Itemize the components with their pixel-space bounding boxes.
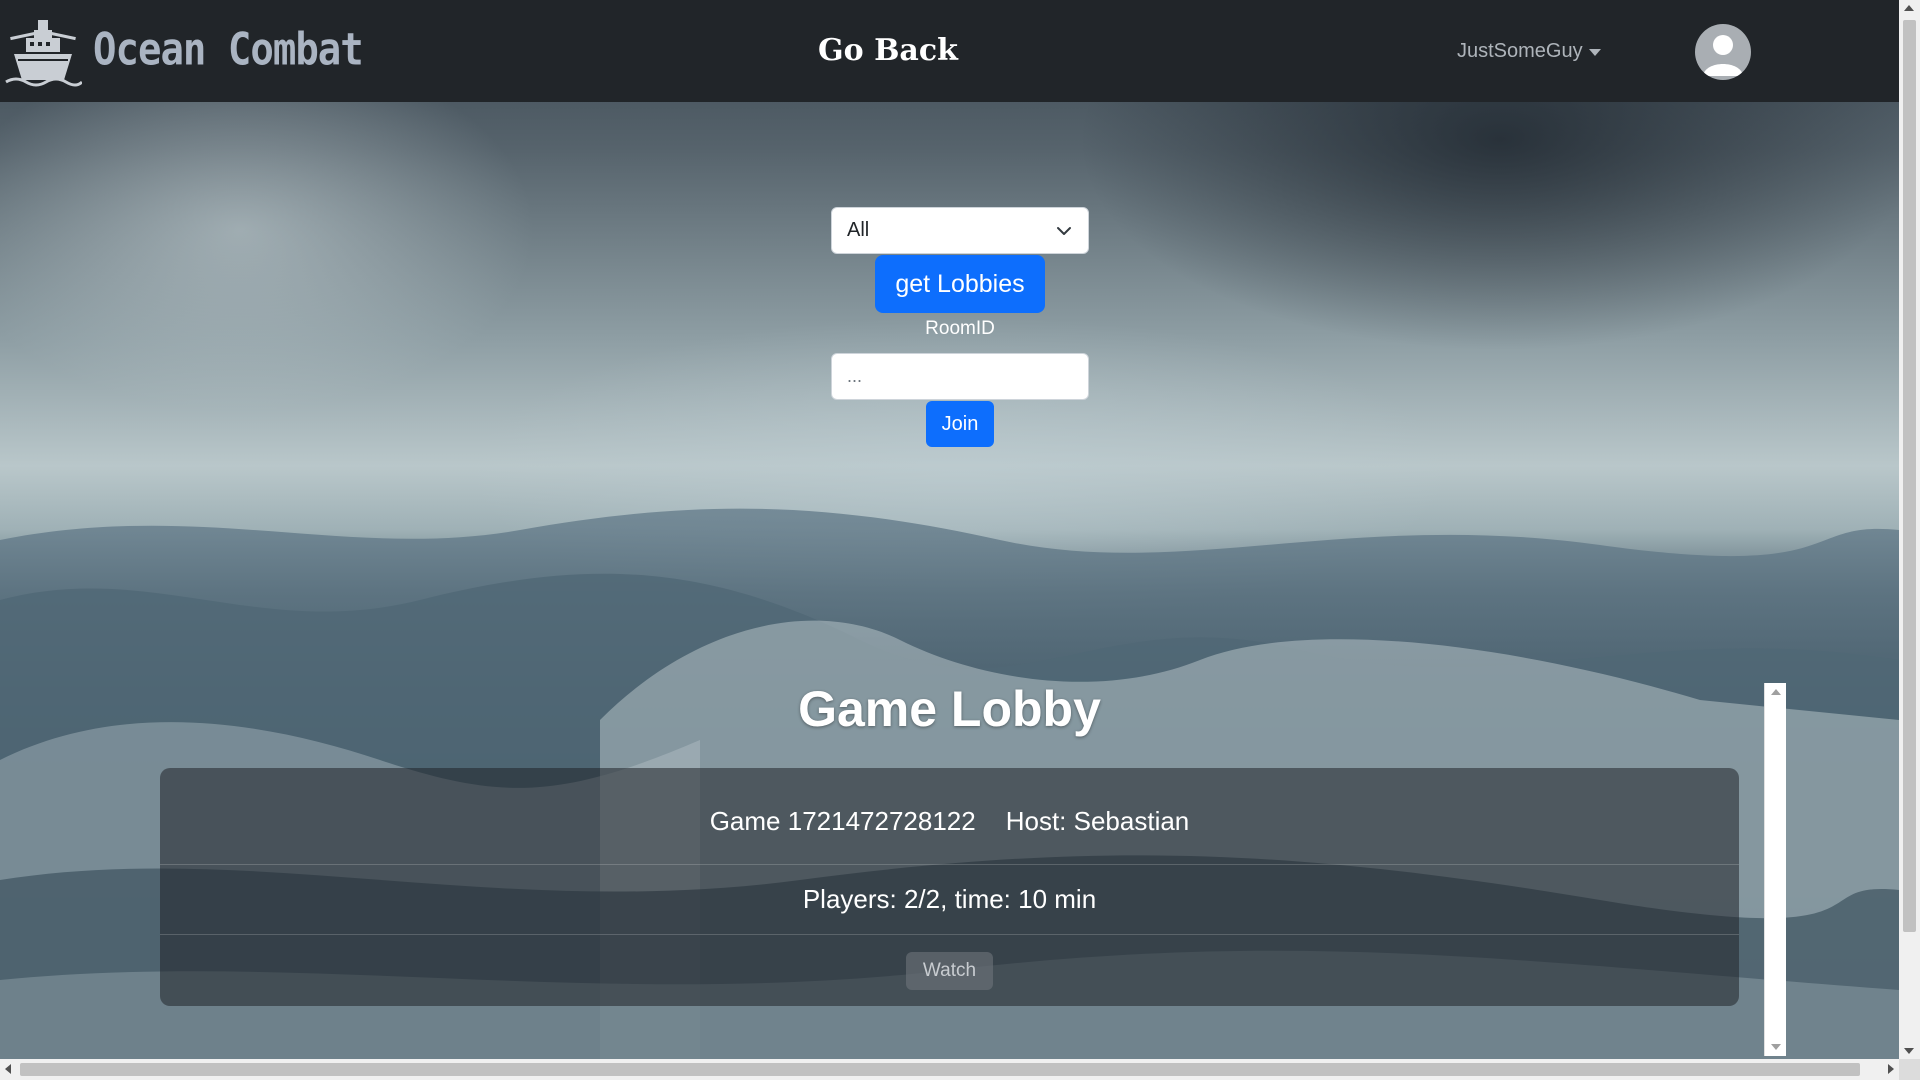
window-horizontal-scrollbar[interactable] [0,1059,1899,1080]
battleship-icon[interactable] [4,10,84,88]
players-time-label: Players: 2/2, time: 10 min [802,884,1097,914]
navbar: Ocean Combat Go Back JustSomeGuy [0,0,1899,102]
username-label: JustSomeGuy [1457,40,1583,62]
vertical-scroll-thumb[interactable] [1903,20,1916,932]
go-back-link[interactable]: Go Back [818,33,958,68]
watch-button[interactable]: Watch [906,951,993,990]
user-dropdown[interactable]: JustSomeGuy [1457,40,1601,63]
scroll-left-arrow-icon[interactable] [5,1064,11,1074]
lobby-filter-value: All [847,219,870,241]
scroll-up-arrow-icon[interactable] [1904,5,1914,11]
lobby-game-details: Players: 2/2, time: 10 min [160,865,1739,935]
scroll-down-arrow-icon[interactable] [1771,1044,1781,1050]
lobby-scrollbar[interactable] [1764,683,1786,1056]
host-label: Host: Sebastian [1005,805,1190,836]
brand-title[interactable]: Ocean Combat [93,24,364,76]
lobby-game-header: Game 1721472728122 Host: Sebastian [160,768,1739,865]
lobby-filter-select[interactable]: All [831,207,1089,254]
user-avatar-icon[interactable] [1695,24,1751,80]
join-button[interactable]: Join [926,401,994,447]
scroll-down-arrow-icon[interactable] [1904,1048,1914,1054]
chevron-down-icon [1057,226,1071,235]
scroll-up-arrow-icon[interactable] [1771,689,1781,695]
scroll-right-arrow-icon[interactable] [1888,1064,1894,1074]
window-vertical-scrollbar[interactable] [1899,0,1920,1059]
scrollbar-corner [1899,1059,1920,1080]
horizontal-scroll-thumb[interactable] [20,1063,1860,1076]
caret-down-icon [1588,49,1601,56]
get-lobbies-button[interactable]: get Lobbies [875,255,1045,313]
lobby-title: Game Lobby [798,681,1101,737]
lobby-game-actions: Watch [160,935,1739,1006]
game-id-label: Game 1721472728122 [709,805,976,836]
lobby-card: Game 1721472728122 Host: Sebastian Playe… [160,768,1739,1006]
room-id-input[interactable] [831,353,1089,400]
room-id-label: RoomID [925,318,995,339]
